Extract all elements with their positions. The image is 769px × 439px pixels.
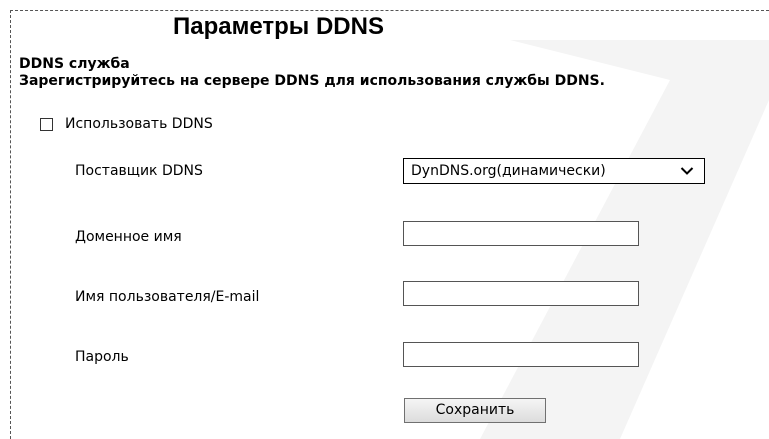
username-label: Имя пользователя/E-mail — [75, 289, 260, 305]
page-title: Параметры DDNS — [173, 13, 384, 40]
password-input[interactable] — [403, 342, 639, 367]
password-label: Пароль — [75, 349, 129, 365]
section-title: DDNS служба — [19, 56, 130, 72]
section-description: Зарегистрируйтесь на сервере DDNS для ис… — [19, 73, 605, 89]
use-ddns-option[interactable]: Использовать DDNS — [40, 116, 213, 133]
provider-label: Поставщик DDNS — [75, 163, 203, 179]
provider-select-value: DynDNS.org(динамически) — [411, 162, 606, 179]
chevron-down-icon — [680, 167, 694, 175]
username-input[interactable] — [403, 281, 639, 306]
domain-input[interactable] — [403, 221, 639, 246]
use-ddns-checkbox[interactable] — [40, 118, 53, 131]
save-button[interactable]: Сохранить — [404, 398, 546, 423]
domain-label: Доменное имя — [75, 229, 182, 245]
provider-select[interactable]: DynDNS.org(динамически) — [403, 158, 705, 184]
use-ddns-label: Использовать DDNS — [65, 116, 213, 132]
